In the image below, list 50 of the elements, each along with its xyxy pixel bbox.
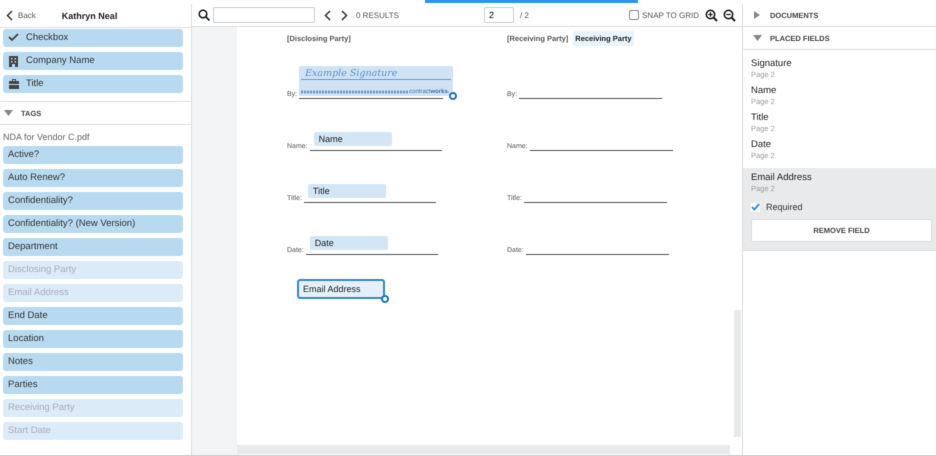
triangle-right-icon (753, 11, 762, 19)
zoom-out-button[interactable] (723, 8, 736, 22)
resize-handle[interactable] (449, 92, 458, 100)
signature-text: Example Signature (301, 68, 452, 80)
search-icon (198, 9, 210, 21)
zoom-in-button[interactable] (705, 8, 718, 22)
page-total: / 2 (520, 10, 529, 20)
zoom-out-icon (723, 8, 736, 22)
tag-item[interactable]: Notes (3, 353, 183, 371)
tag-item[interactable]: Department (3, 238, 183, 256)
briefcase-icon (8, 78, 20, 90)
chevron-right-icon (341, 10, 348, 20)
field-item[interactable]: Checkbox (3, 29, 183, 47)
tag-item[interactable]: Parties (3, 376, 183, 394)
snap-checkbox[interactable] (629, 10, 640, 20)
search-field[interactable] (213, 7, 315, 23)
required-label: Required (766, 202, 803, 212)
tag-item[interactable]: Confidentiality? (New Version) (3, 215, 183, 233)
placed-field[interactable]: Date (310, 236, 388, 250)
checkmark-icon (751, 203, 760, 211)
placed-field[interactable]: Title (308, 184, 386, 198)
triangle-down-icon (753, 34, 762, 42)
chevron-left-icon (324, 10, 331, 20)
tag-item[interactable]: Confidentiality? (3, 192, 183, 210)
tag-item[interactable]: Location (3, 330, 183, 348)
chevron-left-icon (6, 10, 13, 21)
resize-handle[interactable] (380, 295, 389, 303)
field-name: Signature (751, 58, 793, 69)
field-item[interactable]: Company Name (3, 52, 183, 70)
snap-label: SNAP TO GRID (642, 10, 699, 20)
placed-field[interactable]: Name (314, 132, 392, 146)
page-number-field[interactable]: 2 (484, 7, 514, 23)
field-name: Name (751, 85, 778, 96)
contact-name: Kathryn Neal (62, 10, 118, 20)
document-name: NDA for Vendor C.pdf (2, 131, 91, 144)
vertical-scrollbar[interactable] (734, 310, 741, 437)
triangle-down-icon (4, 109, 13, 117)
field-name: Title (751, 112, 770, 123)
results-count: 0 RESULTS (356, 10, 399, 20)
field-item[interactable]: Title (3, 75, 183, 93)
tag-item[interactable]: Auto Renew? (3, 169, 183, 187)
horizontal-scrollbar[interactable] (237, 445, 730, 454)
required-checkbox[interactable] (751, 202, 760, 212)
zoom-in-icon (705, 8, 718, 22)
field-name: Email Address (751, 172, 813, 183)
tag-item[interactable]: Active? (3, 146, 183, 164)
back-button[interactable]: Back (0, 10, 42, 21)
building-icon (8, 54, 20, 68)
tag-item[interactable]: End Date (3, 307, 183, 325)
field-name: Date (751, 139, 772, 150)
